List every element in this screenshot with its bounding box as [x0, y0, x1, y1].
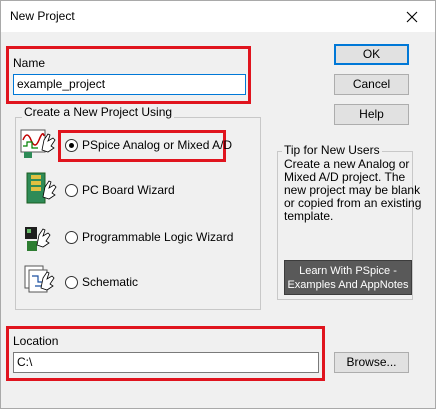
schematic-radio[interactable] — [65, 275, 78, 289]
tip-group-title: Tip for New Users — [282, 143, 382, 157]
location-label: Location — [13, 334, 59, 348]
project-type-group-title: Create a New Project Using — [22, 105, 175, 119]
pc-board-label: PC Board Wizard — [82, 183, 175, 197]
schematic-option[interactable]: Schematic — [65, 275, 138, 289]
pspice-analog-icon — [20, 129, 56, 158]
pc-board-radio[interactable] — [65, 183, 78, 197]
new-project-dialog: New Project OK Cancel Help Name example_… — [0, 0, 436, 409]
close-icon — [406, 11, 418, 22]
pspice-analog-option[interactable]: PSpice Analog or Mixed A/D — [65, 138, 232, 152]
schematic-icon — [24, 265, 55, 293]
programmable-logic-label: Programmable Logic Wizard — [82, 230, 234, 244]
title-bar: New Project — [1, 1, 435, 32]
pc-board-option[interactable]: PC Board Wizard — [65, 183, 175, 197]
pc-board-icon — [26, 172, 57, 204]
ok-button[interactable]: OK — [334, 44, 409, 65]
tip-text: Create a new Analog or Mixed A/D project… — [284, 157, 422, 223]
cancel-button[interactable]: Cancel — [334, 74, 409, 95]
help-button[interactable]: Help — [334, 104, 409, 125]
close-button[interactable] — [389, 1, 435, 32]
programmable-logic-option[interactable]: Programmable Logic Wizard — [65, 230, 233, 244]
window-title: New Project — [10, 9, 75, 23]
pspice-analog-radio[interactable] — [65, 138, 78, 152]
learn-with-pspice-button[interactable]: Learn With PSpice - Examples And AppNote… — [284, 260, 412, 295]
name-label: Name — [13, 56, 46, 70]
name-input[interactable]: example_project — [13, 74, 246, 95]
schematic-label: Schematic — [82, 275, 139, 289]
browse-button[interactable]: Browse... — [334, 352, 409, 373]
pspice-analog-label: PSpice Analog or Mixed A/D — [82, 138, 233, 152]
programmable-logic-icon — [25, 227, 51, 251]
location-input[interactable]: C:\ — [13, 352, 319, 373]
programmable-logic-radio[interactable] — [65, 230, 78, 244]
